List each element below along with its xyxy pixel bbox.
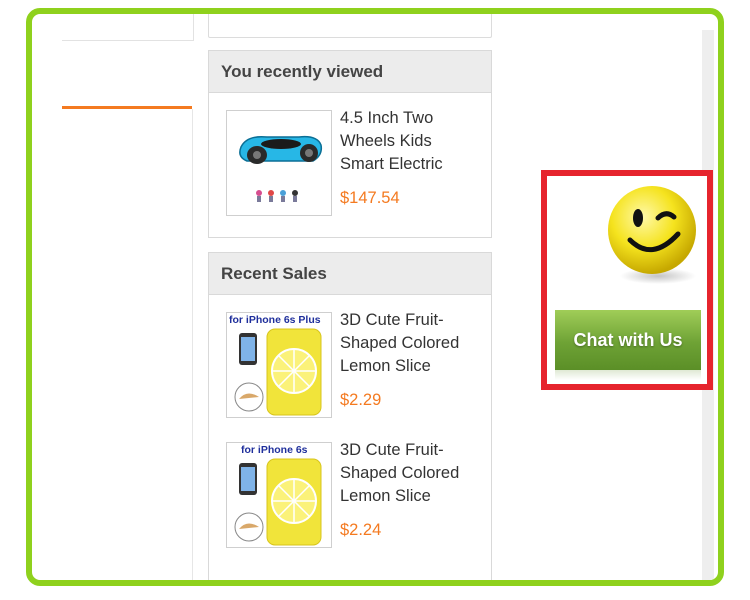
- recently-viewed-panel: You recently viewed 4.5 Inch Two Wheels …: [208, 50, 492, 238]
- recently-viewed-item[interactable]: 4.5 Inch Two Wheels Kids Smart Electric …: [209, 93, 491, 219]
- phone-case-image: [227, 313, 331, 417]
- previous-panel-edge: [208, 14, 492, 38]
- chat-widget-highlight: Chat with Us: [541, 170, 713, 390]
- model-badge: for iPhone 6s Plus: [229, 314, 321, 326]
- left-sidebar-box: [62, 14, 194, 41]
- recently-viewed-header: You recently viewed: [209, 51, 491, 93]
- recent-sales-item[interactable]: for iPhone 6s 3D Cute Fruit-Shaped Color…: [209, 425, 491, 551]
- recent-sales-item[interactable]: for iPhone 6s Plus 3D Cute Fruit-Shaped …: [209, 295, 491, 421]
- product-price: $2.29: [340, 391, 382, 409]
- phone-case-thumbnail[interactable]: for iPhone 6s Plus: [226, 312, 332, 418]
- recent-sales-header: Recent Sales: [209, 253, 491, 295]
- phone-case-image: [227, 443, 331, 547]
- product-title-link[interactable]: 3D Cute Fruit-Shaped Colored Lemon Slice…: [340, 439, 472, 507]
- chat-with-us-button[interactable]: Chat with Us: [555, 310, 701, 370]
- smiley-face-icon: [608, 186, 696, 284]
- chat-button-reflection: [555, 370, 701, 380]
- product-title-link[interactable]: 4.5 Inch Two Wheels Kids Smart Electric …: [340, 107, 472, 175]
- model-badge: for iPhone 6s: [241, 444, 308, 456]
- column-divider: [192, 109, 193, 580]
- product-title-link[interactable]: 3D Cute Fruit-Shaped Colored Lemon Slice…: [340, 309, 472, 377]
- scooter-image: [239, 135, 323, 202]
- product-price: $147.54: [340, 189, 400, 207]
- scooter-thumbnail[interactable]: [226, 110, 332, 216]
- screenshot-frame: You recently viewed 4.5 Inch Two Wheels …: [26, 8, 724, 586]
- product-price: $2.24: [340, 521, 382, 539]
- recent-sales-panel: Recent Sales for iPhone 6s Plus 3D Cute …: [208, 252, 492, 580]
- phone-case-thumbnail[interactable]: for iPhone 6s: [226, 442, 332, 548]
- left-tab-underline: [62, 106, 192, 109]
